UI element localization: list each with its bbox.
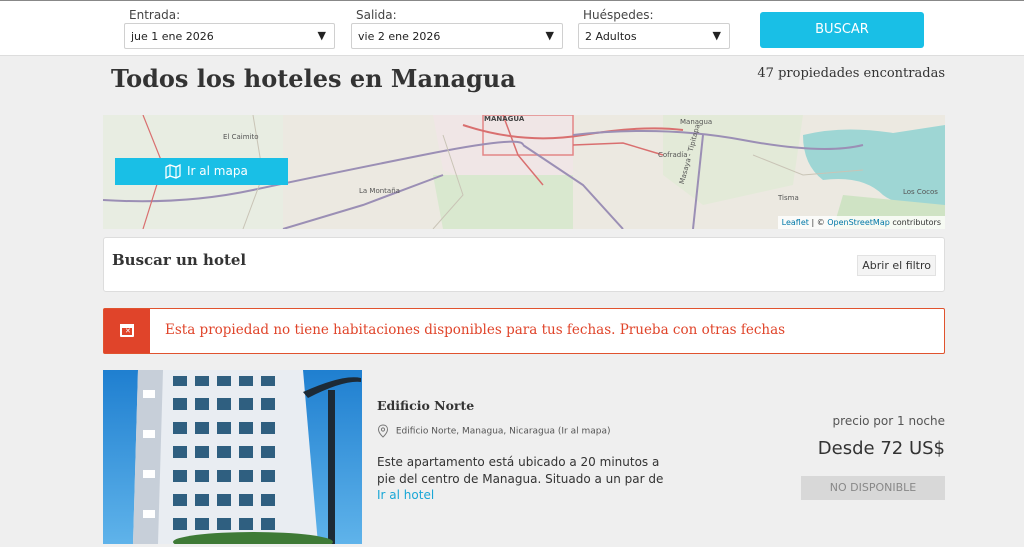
go-to-map-label: Ir al mapa	[187, 164, 248, 178]
filter-title: Buscar un hotel	[112, 251, 247, 269]
map-label-el-caimito: El Caimito	[223, 133, 259, 141]
alert-message: Esta propiedad no tiene habitaciones dis…	[165, 322, 786, 338]
search-bar: Entrada: jue 1 ene 2026 ▼ Salida: vie 2 …	[0, 0, 1024, 56]
chevron-down-icon: ▼	[712, 29, 721, 42]
hotel-photo[interactable]	[103, 370, 362, 544]
map-icon	[165, 164, 181, 179]
hotel-filter-panel: Buscar un hotel Abrir el filtro	[103, 237, 945, 292]
map[interactable]: MANAGUA Managua El Caimito La Montaña Co…	[103, 115, 945, 229]
checkin-value: jue 1 ene 2026	[131, 30, 214, 43]
checkin-select[interactable]: jue 1 ene 2026 ▼	[124, 23, 335, 49]
open-filter-button[interactable]: Abrir el filtro	[857, 255, 936, 276]
price-value: Desde 72 US$	[817, 438, 945, 459]
hotel-description: Este apartamento está ubicado a 20 minut…	[377, 455, 664, 486]
hotel-map-link[interactable]: (Ir al mapa)	[558, 427, 611, 437]
hotel-address: Edificio Norte, Managua, Nicaragua	[395, 426, 555, 437]
attribution-separator: | ©	[808, 218, 828, 227]
chevron-down-icon: ▼	[545, 29, 554, 42]
map-attribution: Leaflet | © OpenStreetMap contributors	[777, 216, 945, 229]
go-to-map-button[interactable]: Ir al mapa	[115, 158, 288, 185]
checkin-label: Entrada:	[129, 8, 181, 22]
hotel-photo-image	[103, 370, 362, 544]
map-label-la-montana: La Montaña	[359, 187, 400, 195]
chevron-down-icon: ▼	[317, 29, 326, 42]
calendar-x-icon: ✕	[104, 309, 150, 353]
map-label-los-cocos: Los Cocos	[903, 188, 938, 196]
checkout-label: Salida:	[356, 8, 397, 22]
search-button[interactable]: BUSCAR	[760, 12, 924, 48]
hotel-name[interactable]: Edificio Norte	[377, 398, 474, 413]
checkout-value: vie 2 ene 2026	[358, 30, 441, 43]
page-title: Todos los hoteles en Managua	[111, 64, 516, 93]
go-to-hotel-link[interactable]: Ir al hotel	[377, 488, 434, 502]
osm-link[interactable]: OpenStreetMap	[827, 218, 890, 227]
guests-value: 2 Adultos	[585, 30, 637, 43]
hotel-location: Edificio Norte, Managua, Nicaragua (Ir a…	[377, 424, 610, 438]
map-label-tisma: Tisma	[778, 194, 799, 202]
map-label-managua: MANAGUA	[484, 115, 525, 123]
guests-label: Huéspedes:	[583, 8, 654, 22]
location-pin-icon	[377, 424, 389, 438]
availability-alert: ✕ Esta propiedad no tiene habitaciones d…	[103, 308, 945, 354]
guests-select[interactable]: 2 Adultos ▼	[578, 23, 730, 49]
leaflet-link[interactable]: Leaflet	[782, 218, 809, 227]
results-count: 47 propiedades encontradas	[757, 66, 945, 81]
price-label: precio por 1 noche	[832, 414, 945, 428]
map-label-cofradia: Cofradía	[658, 151, 688, 159]
attribution-tail: contributors	[889, 218, 941, 227]
unavailable-button[interactable]: NO DISPONIBLE	[801, 476, 945, 500]
checkout-select[interactable]: vie 2 ene 2026 ▼	[351, 23, 563, 49]
